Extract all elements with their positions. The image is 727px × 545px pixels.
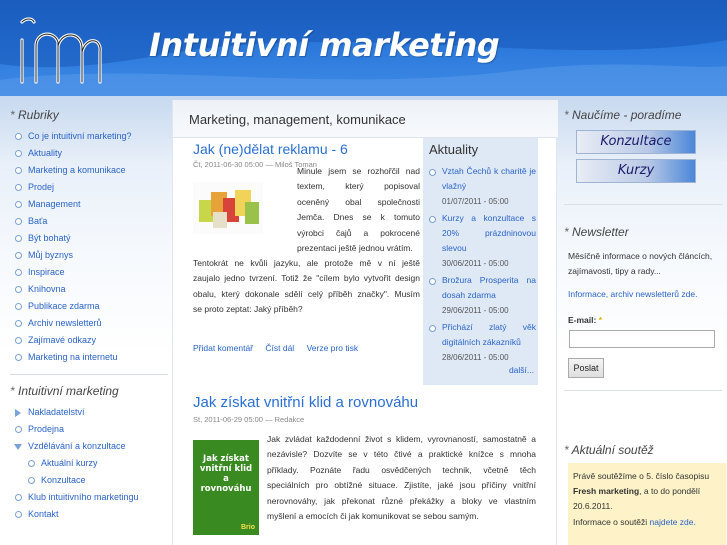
aktuality-heading: Aktuality [429, 142, 479, 157]
circle-bullet-icon [15, 286, 22, 293]
article-text-reklama: Tentokrát ne kvůli jazyku, ale protože m… [193, 258, 420, 315]
menu-item-archiv-newsletteru[interactable]: Archiv newsletterů [10, 315, 170, 332]
contest-link[interactable]: najdete zde. [650, 517, 696, 527]
menu-item-aktuality[interactable]: Aktuality [10, 145, 170, 162]
article-text-klid: Jak zvládat každodenní život s klidem, v… [267, 434, 536, 522]
news-item[interactable]: Vztah Čechů k charitě je vlažný 01/07/20… [423, 164, 538, 209]
news-item[interactable]: Brožura Prosperita na dosah zdarma 29/06… [423, 273, 538, 318]
site-header: Intuitivní marketing [0, 0, 727, 96]
kurzy-button[interactable]: Kurzy [576, 159, 696, 183]
menu-item-zajimave-odkazy[interactable]: Zajímavé odkazy [10, 332, 170, 349]
circle-bullet-icon [15, 269, 22, 276]
article-title-reklama[interactable]: Jak (ne)dělat reklamu - 6 [193, 141, 348, 157]
article-links-reklama: Přidat komentář Číst dál Verze pro tisk [193, 343, 368, 353]
menu-item-nakladatelstvi[interactable]: Nakladatelství [10, 404, 170, 421]
circle-bullet-icon [15, 354, 22, 361]
site-logo[interactable] [14, 12, 104, 88]
email-label: E-mail: * [568, 315, 603, 325]
circle-bullet-icon [15, 133, 22, 140]
newsletter-heading: * Newsletter [564, 225, 629, 239]
page-title: Marketing, management, komunikace [189, 112, 406, 127]
circle-bullet-icon [15, 426, 22, 433]
im-menu: Nakladatelství Prodejna Vzdělávání a kon… [10, 404, 170, 523]
book-cover-title: Jak získat vnitřní klid a rovnováhu [199, 454, 253, 494]
circle-bullet-icon [429, 216, 436, 223]
newsletter-description: Měsíčně informace o nových článcích, zaj… [568, 251, 713, 276]
rubriky-menu: Co je intuitivní marketing? Aktuality Ma… [10, 128, 170, 366]
menu-item-marketing-na-internetu[interactable]: Marketing na internetu [10, 349, 170, 366]
sidebar-divider [564, 390, 722, 391]
aktuality-box: Aktuality Vztah Čechů k charitě je vlažn… [423, 138, 538, 385]
circle-bullet-icon [15, 252, 22, 259]
menu-item-konzultace[interactable]: Konzultace [10, 472, 170, 489]
tea-boxes-image [193, 182, 263, 234]
menu-item-aktualni-kurzy[interactable]: Aktuální kurzy [10, 455, 170, 472]
circle-bullet-icon [15, 511, 22, 518]
menu-item-publikace-zdarma[interactable]: Publikace zdarma [10, 298, 170, 315]
menu-item-management[interactable]: Management [10, 196, 170, 213]
circle-bullet-icon [429, 278, 436, 285]
news-item[interactable]: Kurzy a konzultace s 20% prázdninovou sl… [423, 211, 538, 271]
menu-item-vzdelavani-konzultace[interactable]: Vzdělávání a konzultace [10, 438, 170, 455]
article-text-reklama-intro: Minule jsem se rozhořčil nad textem, kte… [297, 166, 420, 254]
article-title-klid[interactable]: Jak získat vnitřní klid a rovnováhu [193, 394, 418, 411]
circle-bullet-icon [15, 235, 22, 242]
menu-item-klub[interactable]: Klub intuitivního marketingu [10, 489, 170, 506]
contest-box: Právě soutěžíme o 5. číslo časopisu Fres… [568, 463, 726, 545]
aktuality-list: Vztah Čechů k charitě je vlažný 01/07/20… [423, 164, 538, 365]
news-item[interactable]: Přichází zlatý věk digitálních zákazníků… [423, 320, 538, 365]
circle-bullet-icon [28, 477, 35, 484]
rubriky-heading: * Rubriky [10, 108, 59, 122]
circle-bullet-icon [28, 460, 35, 467]
send-button[interactable]: Poslat [568, 358, 604, 378]
book-cover-publisher: Brio [241, 524, 255, 531]
sidebar-divider [10, 374, 168, 375]
menu-item-kontakt[interactable]: Kontakt [10, 506, 170, 523]
read-more-link[interactable]: Číst dál [265, 343, 294, 353]
menu-item-muj-byznys[interactable]: Můj byznys [10, 247, 170, 264]
circle-bullet-icon [15, 184, 22, 191]
triangle-down-icon [14, 444, 22, 450]
main-header: Marketing, management, komunikace [173, 100, 558, 138]
left-sidebar: * Rubriky Co je intuitivní marketing? Ak… [10, 108, 170, 523]
naucime-heading: * Naučíme - poradíme [564, 108, 682, 122]
menu-item-knihovna[interactable]: Knihovna [10, 281, 170, 298]
im-heading: * Intuitivní marketing [10, 384, 119, 398]
circle-bullet-icon [15, 218, 22, 225]
print-version-link[interactable]: Verze pro tisk [307, 343, 359, 353]
site-title[interactable]: Intuitivní marketing [149, 26, 500, 64]
menu-item-prodej[interactable]: Prodej [10, 179, 170, 196]
circle-bullet-icon [15, 303, 22, 310]
main-content: Marketing, management, komunikace Jak (n… [172, 100, 558, 545]
menu-item-marketing-komunikace[interactable]: Marketing a komunikace [10, 162, 170, 179]
circle-bullet-icon [429, 325, 436, 332]
contest-heading: * Aktuální soutěž [564, 443, 654, 457]
newsletter-archive-link[interactable]: Informace, archiv newsletterů zde. [568, 289, 697, 299]
konzultace-button[interactable]: Konzultace [576, 130, 696, 154]
circle-bullet-icon [15, 167, 22, 174]
add-comment-link[interactable]: Přidat komentář [193, 343, 253, 353]
email-field[interactable] [569, 330, 715, 348]
triangle-right-icon [15, 409, 21, 417]
sidebar-divider [564, 204, 722, 205]
book-cover-image: Jak získat vnitřní klid a rovnováhu Brio [193, 440, 259, 535]
menu-item-prodejna[interactable]: Prodejna [10, 421, 170, 438]
circle-bullet-icon [15, 320, 22, 327]
menu-item-inspirace[interactable]: Inspirace [10, 264, 170, 281]
article-meta-klid: St, 2011-06-29 05:00 — Redakce [193, 415, 305, 424]
circle-bullet-icon [15, 201, 22, 208]
circle-bullet-icon [429, 169, 436, 176]
aktuality-more-link[interactable]: další... [509, 365, 534, 375]
circle-bullet-icon [15, 150, 22, 157]
menu-item-bata[interactable]: Baťa [10, 213, 170, 230]
circle-bullet-icon [15, 337, 22, 344]
menu-item-byt-bohaty[interactable]: Být bohatý [10, 230, 170, 247]
menu-item-co-je-im[interactable]: Co je intuitivní marketing? [10, 128, 170, 145]
circle-bullet-icon [15, 494, 22, 501]
